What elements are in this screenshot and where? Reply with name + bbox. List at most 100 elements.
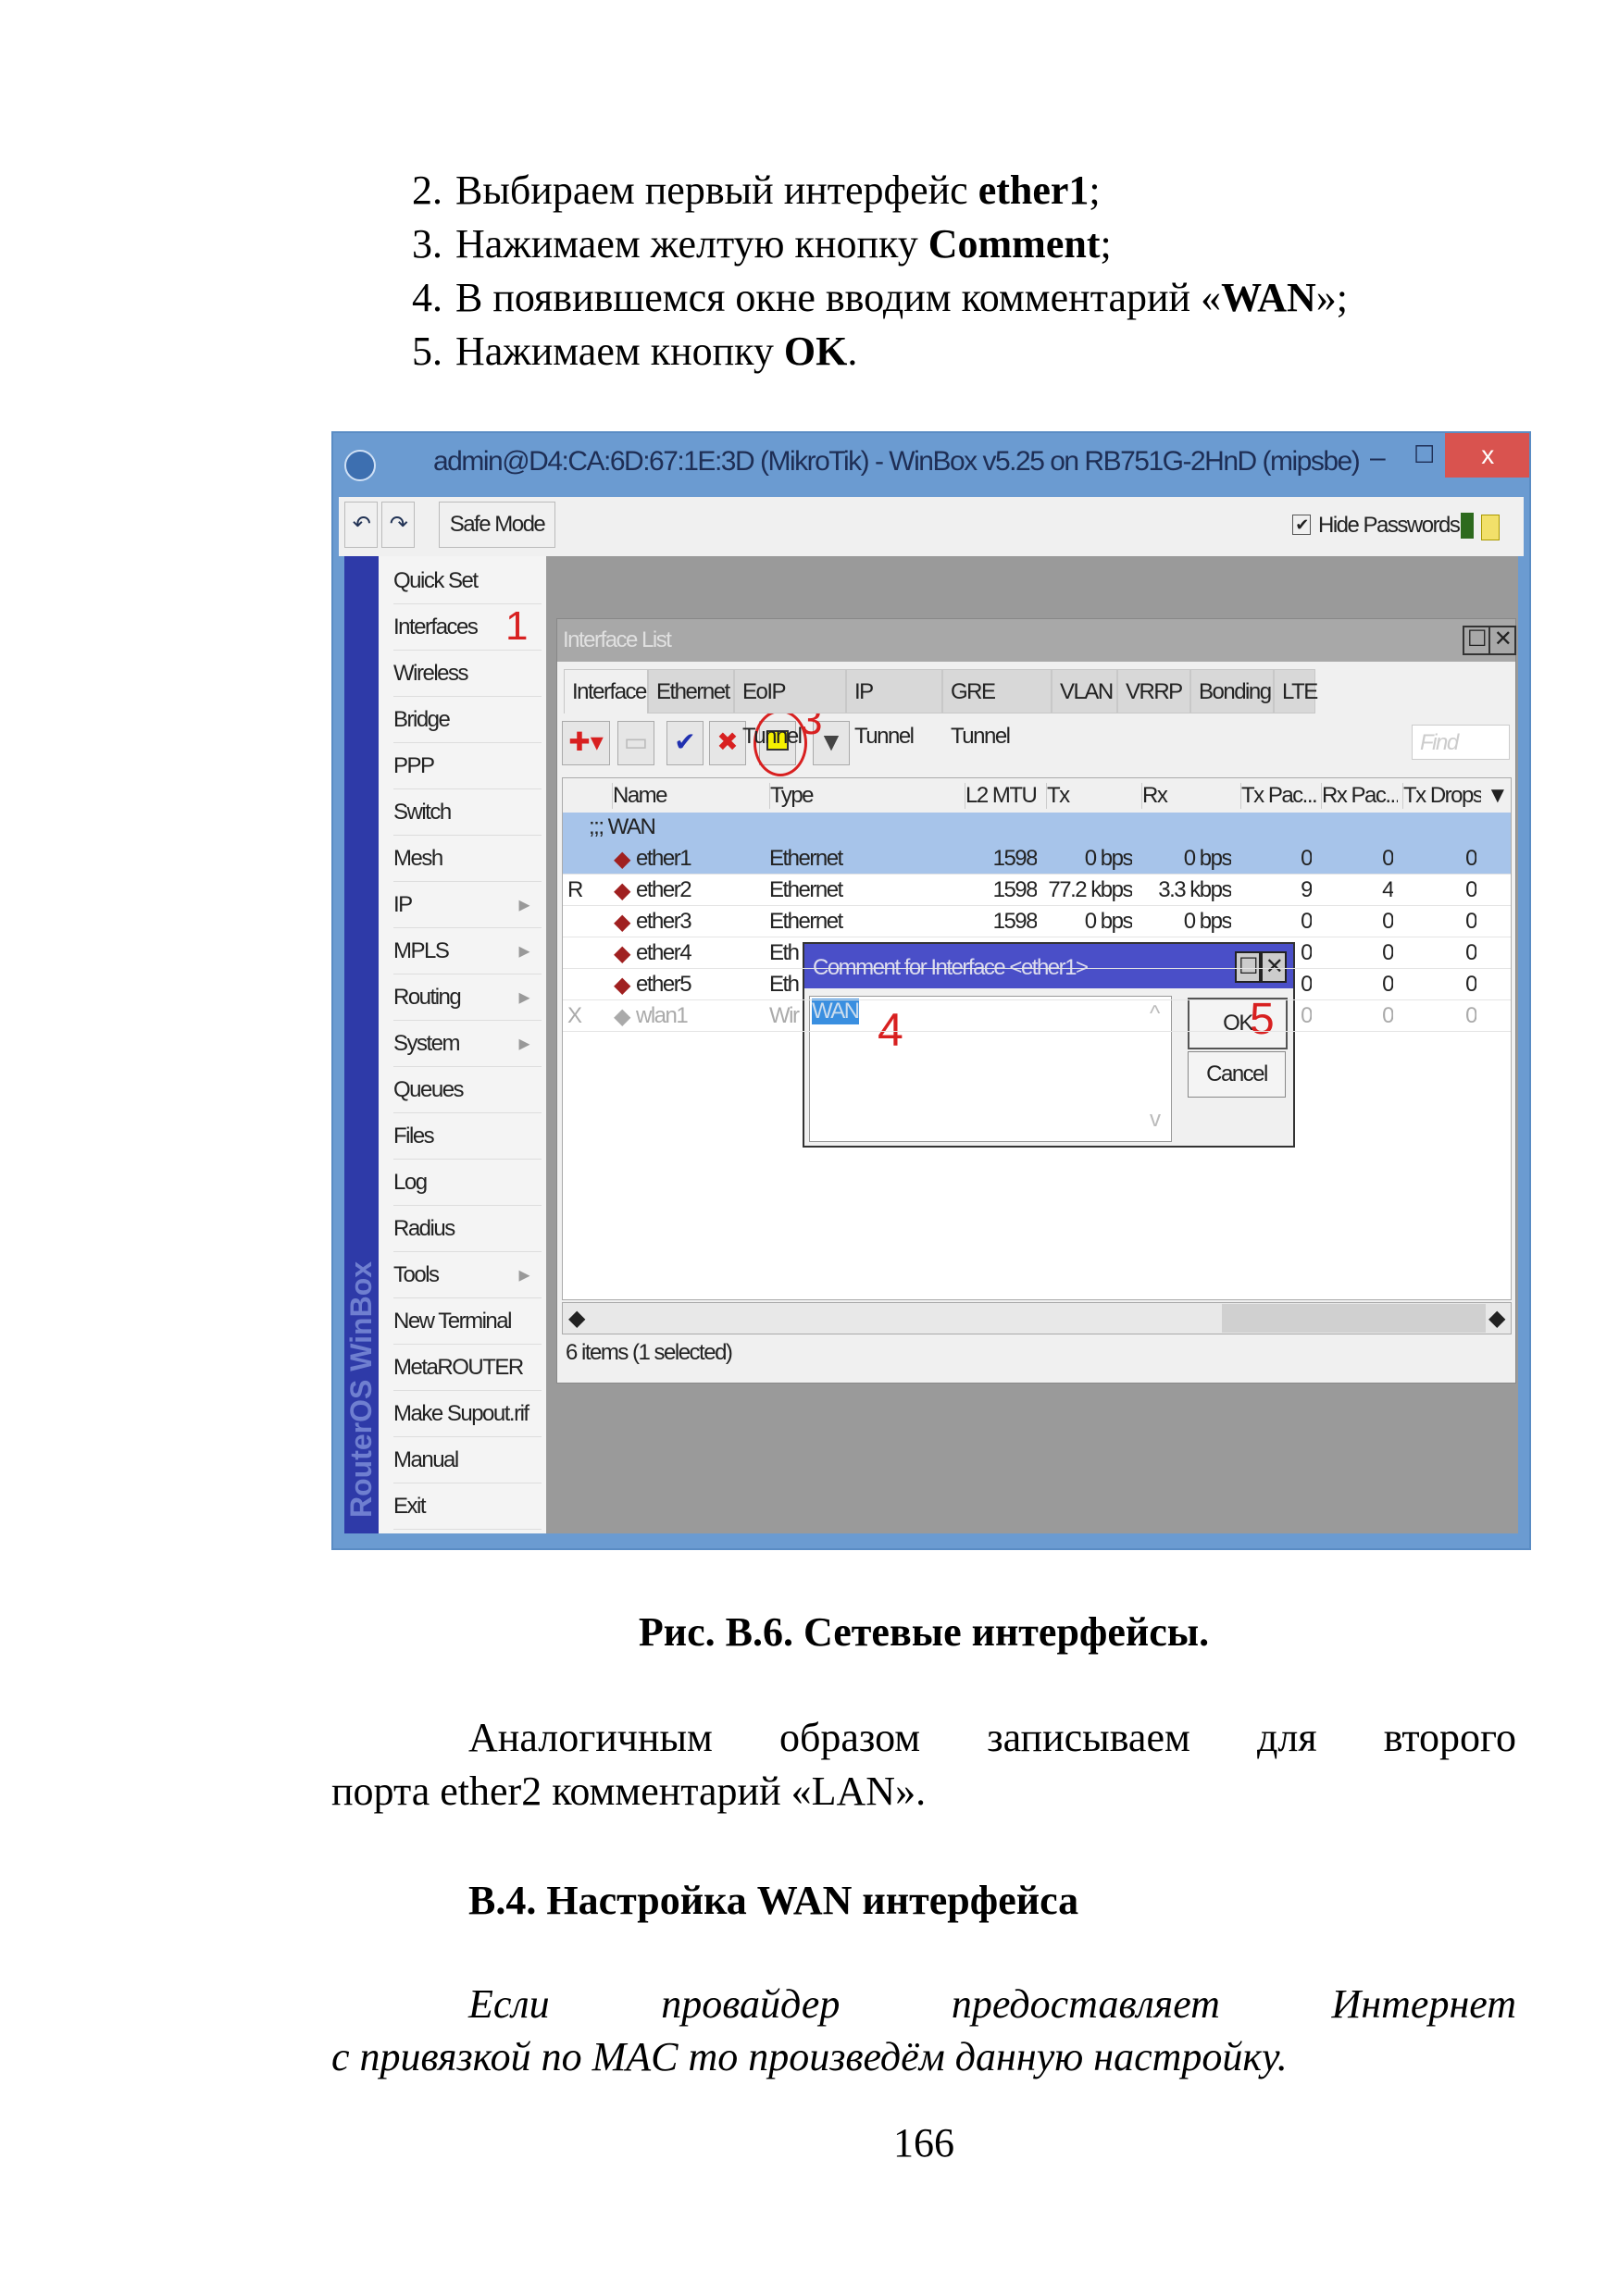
enable-button[interactable]: ✔ <box>666 721 704 765</box>
submenu-arrow-icon: ▸ <box>518 985 529 1010</box>
step-text: Нажимаем кнопку <box>455 329 784 374</box>
tab-interface[interactable]: Interface <box>564 669 648 714</box>
sidebar-item-label: MPLS <box>393 938 450 963</box>
lock-icon <box>1481 515 1500 540</box>
step-text: В появившемся окне вводим комментарий « <box>455 275 1222 320</box>
cell-txd: 0 <box>1465 972 1476 997</box>
submenu-arrow-icon: ▸ <box>518 938 529 963</box>
column-header[interactable]: L2 MTU <box>965 783 1041 809</box>
cancel-button[interactable]: Cancel <box>1188 1051 1286 1098</box>
maximize-list-button[interactable]: ☐ <box>1463 626 1490 655</box>
cell-flag: X <box>567 1003 582 1028</box>
column-dropdown-icon[interactable]: ▼ <box>1487 783 1507 809</box>
column-header[interactable]: Tx Pac... <box>1240 783 1316 809</box>
cell-type: Wir <box>769 1003 800 1028</box>
tab-ip-tunnel[interactable]: IP Tunnel <box>846 669 942 749</box>
sidebar-item-mpls[interactable]: MPLS ▸ <box>393 929 542 974</box>
scroll-right-icon[interactable]: ◆ <box>1488 1305 1505 1332</box>
cell-txp: 0 <box>1301 940 1312 965</box>
hide-passwords-checkbox[interactable]: ✔ <box>1292 515 1311 535</box>
scroll-thumb[interactable] <box>1222 1304 1486 1333</box>
sidebar-item-label: Interfaces <box>393 614 479 639</box>
italic-line-1: Если провайдер предоставляет Интернет <box>468 1981 1516 2027</box>
sidebar-item-label: Files <box>393 1123 435 1148</box>
step-text: Нажимаем желтую кнопку <box>455 221 928 267</box>
tab-gre-tunnel[interactable]: GRE Tunnel <box>942 669 1052 749</box>
cell-rx: 0 bps <box>1183 846 1231 871</box>
sidebar-item-manual[interactable]: Manual <box>393 1438 542 1483</box>
disable-button[interactable]: ✖ <box>709 721 746 765</box>
cell-txd: 0 <box>1465 940 1476 965</box>
italic-line-2: с привязкой по MAC то произведём данную … <box>331 2034 1288 2079</box>
cell-name: ether4 <box>636 940 692 965</box>
sidebar-item-routing[interactable]: Routing ▸ <box>393 975 542 1021</box>
undo-button[interactable]: ↶ <box>344 502 378 548</box>
close-button[interactable]: x <box>1445 433 1529 478</box>
step-bold: Comment <box>928 221 1101 267</box>
sidebar-item-queues[interactable]: Queues <box>393 1068 542 1113</box>
textarea-scroll-down-icon[interactable]: v <box>1150 1107 1161 1133</box>
minimize-button[interactable]: – <box>1370 442 1386 474</box>
cell-type: Ethernet <box>769 877 843 902</box>
sidebar-item-interfaces[interactable]: Interfaces <box>393 605 542 651</box>
step-number: 4. <box>412 275 442 320</box>
sidebar-item-system[interactable]: System ▸ <box>393 1022 542 1067</box>
sidebar-item-radius[interactable]: Radius <box>393 1207 542 1252</box>
find-input[interactable]: Find <box>1412 725 1510 760</box>
comment-row <box>563 813 1511 842</box>
cell-name: ether3 <box>636 909 692 934</box>
sidebar-item-label: Routing <box>393 985 462 1010</box>
column-header[interactable]: Tx Drops <box>1402 783 1481 809</box>
safe-mode-button[interactable]: Safe Mode <box>439 502 555 548</box>
sidebar-item-log[interactable]: Log <box>393 1160 542 1206</box>
sidebar-item-switch[interactable]: Switch <box>393 790 542 836</box>
cell-flag: R <box>567 877 583 902</box>
close-list-button[interactable]: ✕ <box>1488 626 1516 655</box>
cell-rxp: 0 <box>1382 940 1393 965</box>
redo-button[interactable]: ↷ <box>381 502 415 548</box>
maximize-button[interactable]: ☐ <box>1414 441 1435 469</box>
sidebar-item-bridge[interactable]: Bridge <box>393 698 542 743</box>
tab-vrrp[interactable]: VRRP <box>1117 669 1190 714</box>
sidebar-item-exit[interactable]: Exit <box>393 1484 542 1530</box>
column-header[interactable]: Rx Pac... <box>1321 783 1398 809</box>
cell-txd: 0 <box>1465 909 1476 934</box>
paragraph-line-2: порта ether2 комментарий «LAN». <box>331 1769 927 1814</box>
sidebar-item-ppp[interactable]: PPP <box>393 744 542 789</box>
sidebar-item-wireless[interactable]: Wireless <box>393 652 542 697</box>
tab-lte[interactable]: LTE <box>1274 669 1318 714</box>
sidebar-item-ip[interactable]: IP ▸ <box>393 883 542 928</box>
cell-type: Eth <box>769 940 800 965</box>
tab-ethernet[interactable]: Ethernet <box>648 669 734 714</box>
tab-bonding[interactable]: Bonding <box>1190 669 1274 714</box>
sidebar-item-metarouter[interactable]: MetaROUTER <box>393 1346 542 1391</box>
submenu-arrow-icon: ▸ <box>518 892 529 917</box>
sidebar-item-new-terminal[interactable]: New Terminal <box>393 1299 542 1345</box>
remove-button[interactable]: ▭ <box>617 721 654 765</box>
tab-vlan[interactable]: VLAN <box>1052 669 1117 714</box>
cell-rxp: 0 <box>1382 1003 1393 1028</box>
column-header[interactable]: Tx <box>1046 783 1137 809</box>
sidebar-item-tools[interactable]: Tools ▸ <box>393 1253 542 1298</box>
sidebar-item-mesh[interactable]: Mesh <box>393 837 542 882</box>
column-header[interactable]: Name <box>612 783 765 809</box>
instruction-step: 4. В появившемся окне вводим комментарий … <box>412 274 1348 321</box>
step-end: . <box>847 329 858 374</box>
sidebar-item-quick-set[interactable]: Quick Set <box>393 559 542 604</box>
cell-rxp: 0 <box>1382 909 1393 934</box>
cell-mtu: 1598 <box>992 877 1037 902</box>
step-text: Выбираем первый интерфейс <box>455 168 978 213</box>
sidebar-item-make-supout-rif[interactable]: Make Supout.rif <box>393 1392 542 1437</box>
tab-eoip-tunnel[interactable]: EoIP Tunnel <box>734 669 846 749</box>
sidebar-item-files[interactable]: Files <box>393 1114 542 1160</box>
cell-txp: 0 <box>1301 846 1312 871</box>
add-button[interactable]: ✚▾ <box>562 721 610 765</box>
instruction-step: 5. Нажимаем кнопку OK. <box>412 328 857 375</box>
column-header[interactable]: Rx <box>1141 783 1236 809</box>
column-header[interactable]: Type <box>769 783 960 809</box>
cell-rx: 3.3 kbps <box>1158 877 1231 902</box>
submenu-arrow-icon: ▸ <box>518 1031 529 1056</box>
scroll-left-icon[interactable]: ◆ <box>568 1305 585 1332</box>
instruction-step: 3. Нажимаем желтую кнопку Comment; <box>412 220 1112 267</box>
cell-mtu: 1598 <box>992 846 1037 871</box>
